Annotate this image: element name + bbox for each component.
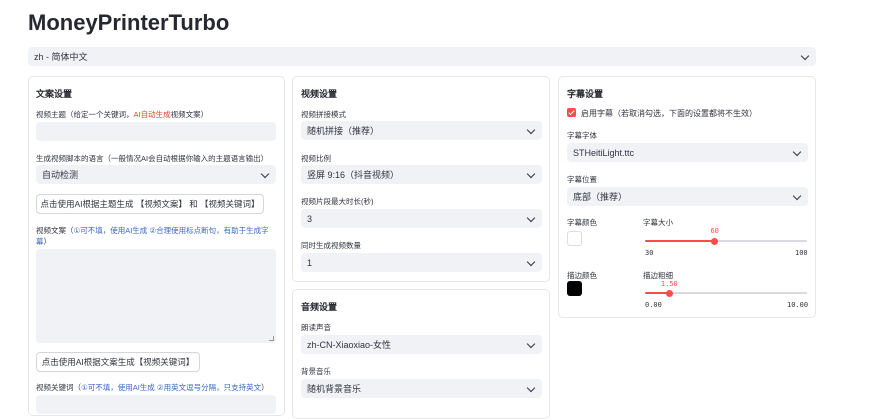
clip-duration-select[interactable]: 3 (301, 209, 542, 228)
script-settings-panel: 文案设置 视频主题（给定一个关键词，AI自动生成视频文案） 生成视频脚本的语言（… (28, 76, 285, 416)
font-size-max: 100 (795, 249, 808, 257)
video-script-label: 视频文案（①可不填，使用AI生成 ②合理使用标点断句，有助于生成字幕） (36, 226, 269, 246)
bgm-value: 随机背景音乐 (307, 384, 362, 394)
enable-subtitle-checkbox[interactable] (567, 108, 576, 117)
font-color-picker[interactable] (567, 231, 582, 246)
enable-subtitle-label: 启用字幕（若取消勾选，下面的设置都将不生效） (581, 109, 757, 118)
stroke-width-min: 0.00 (645, 301, 662, 309)
stroke-width-slider-thumb[interactable] (665, 289, 673, 297)
font-select[interactable]: STHeitiLight.ttc (567, 143, 808, 162)
video-settings-title: 视频设置 (301, 89, 338, 99)
font-value: STHeitiLight.ttc (573, 147, 635, 158)
font-size-slider-fill (645, 240, 715, 242)
concat-mode-select[interactable]: 随机拼接（推荐） (301, 121, 542, 140)
subtitle-settings-title: 字幕设置 (567, 89, 604, 99)
bgm-select[interactable]: 随机背景音乐 (301, 379, 542, 398)
audio-settings-title: 音频设置 (301, 302, 338, 312)
video-terms-label: 视频关键词（①可不填，使用AI生成 ②用英文逗号分隔，只支持英文） (36, 383, 269, 392)
font-size-slider[interactable]: 60 (645, 227, 807, 245)
video-count-select[interactable]: 1 (301, 253, 542, 272)
stroke-color-label: 描边颜色 (567, 271, 597, 280)
position-value: 底部（推荐） (573, 192, 628, 202)
position-select[interactable]: 底部（推荐） (567, 187, 808, 206)
concat-mode-label: 视频拼接模式 (301, 110, 346, 119)
font-size-slider-thumb[interactable] (711, 237, 719, 245)
chevron-down-icon (526, 213, 536, 222)
voice-label: 朗读声音 (301, 323, 331, 332)
aspect-ratio-select[interactable]: 竖屏 9:16（抖音视频） (301, 165, 542, 184)
chevron-down-icon (526, 125, 536, 134)
chevron-down-icon (792, 147, 802, 156)
chevron-down-icon (526, 257, 536, 266)
font-color-label: 字幕颜色 (567, 218, 597, 227)
audio-settings-panel: 音频设置 朗读声音 zh-CN-Xiaoxiao-女性 背景音乐 随机背景音乐 (292, 289, 550, 419)
font-label: 字幕字体 (567, 131, 597, 140)
chevron-down-icon (800, 51, 810, 60)
language-select[interactable]: zh - 简体中文 (28, 47, 816, 66)
video-count-value: 1 (307, 257, 313, 268)
voice-value: zh-CN-Xiaoxiao-女性 (307, 340, 392, 350)
clip-duration-label: 视频片段最大时长(秒) (301, 197, 374, 206)
video-terms-input[interactable] (36, 395, 276, 414)
font-size-min: 30 (645, 249, 654, 257)
voice-select[interactable]: zh-CN-Xiaoxiao-女性 (301, 335, 542, 354)
video-script-textarea[interactable] (36, 249, 276, 343)
script-language-label: 生成视频脚本的语言（一般情况AI会自动根据你输入的主题语言输出） (36, 154, 269, 163)
video-subject-input[interactable] (36, 122, 276, 141)
aspect-ratio-value: 竖屏 9:16（抖音视频） (307, 170, 400, 180)
language-select-value: zh - 简体中文 (34, 52, 88, 62)
resize-handle-icon[interactable] (269, 336, 274, 341)
stroke-width-slider[interactable]: 1.50 (645, 280, 807, 297)
script-language-select[interactable]: 自动检测 (36, 165, 276, 184)
video-count-label: 同时生成视频数量 (301, 241, 361, 250)
generate-terms-button[interactable]: 点击使用AI根据文案生成【视频关键词】 (36, 352, 200, 372)
font-size-value: 60 (710, 227, 719, 235)
video-subject-label: 视频主题（给定一个关键词，AI自动生成视频文案） (36, 110, 209, 119)
position-label: 字幕位置 (567, 175, 597, 184)
aspect-ratio-label: 视频比例 (301, 154, 331, 163)
chevron-down-icon (260, 169, 270, 178)
font-size-label: 字幕大小 (643, 218, 673, 227)
generate-script-button[interactable]: 点击使用AI根据主题生成 【视频文案】 和 【视频关键词】 (36, 194, 264, 214)
script-language-value: 自动检测 (42, 170, 79, 180)
concat-mode-value: 随机拼接（推荐） (307, 126, 380, 136)
chevron-down-icon (526, 383, 536, 392)
stroke-width-max: 10.00 (787, 301, 809, 309)
chevron-down-icon (526, 339, 536, 348)
stroke-width-value: 1.50 (660, 280, 678, 288)
chevron-down-icon (526, 169, 536, 178)
stroke-color-picker[interactable] (567, 281, 582, 296)
bgm-label: 背景音乐 (301, 367, 331, 376)
clip-duration-value: 3 (307, 213, 313, 224)
script-settings-title: 文案设置 (36, 89, 73, 99)
chevron-down-icon (792, 191, 802, 200)
video-settings-panel: 视频设置 视频拼接模式 随机拼接（推荐） 视频比例 竖屏 9:16（抖音视频） … (292, 76, 550, 282)
subtitle-settings-panel: 字幕设置 启用字幕（若取消勾选，下面的设置都将不生效） 字幕字体 STHeiti… (558, 76, 816, 318)
app-title: MoneyPrinterTurbo (28, 10, 230, 35)
